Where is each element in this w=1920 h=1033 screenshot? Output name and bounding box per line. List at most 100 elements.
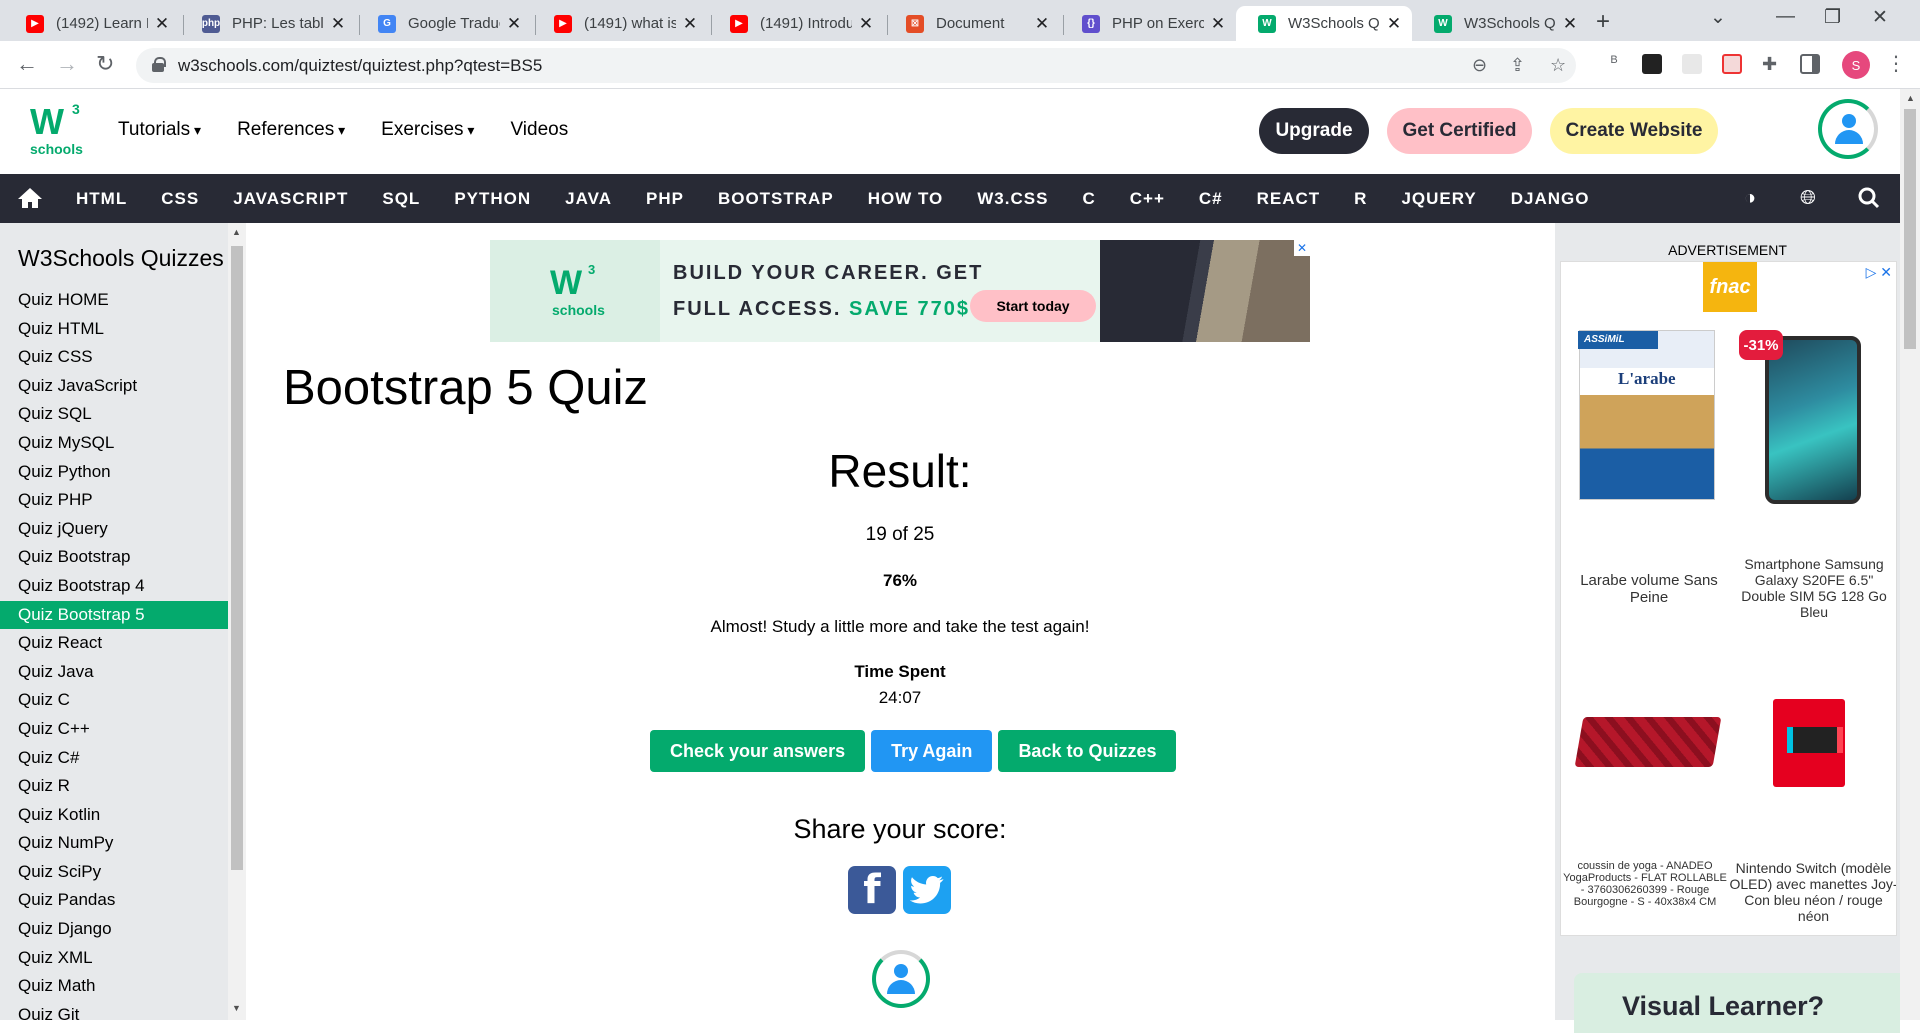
- back-to-quizzes-button[interactable]: Back to Quizzes: [998, 730, 1177, 772]
- nav-sql[interactable]: SQL: [365, 174, 437, 223]
- globe-icon[interactable]: 🌐︎: [1800, 187, 1816, 210]
- close-icon[interactable]: ✕: [682, 14, 698, 34]
- browser-tab[interactable]: php PHP: Les table ✕: [180, 6, 356, 41]
- ad-close-icon[interactable]: ✕: [1294, 240, 1310, 256]
- sidebar-item[interactable]: Quiz XML: [0, 944, 228, 973]
- top-banner-ad[interactable]: W 3 schools BUILD YOUR CAREER. GET FULL …: [490, 240, 1310, 342]
- sidebar-item[interactable]: Quiz Django: [0, 915, 228, 944]
- menu-kebab-icon[interactable]: ⋮: [1886, 51, 1906, 76]
- sidebar-item[interactable]: Quiz PHP: [0, 486, 228, 515]
- sidebar-item[interactable]: Quiz C#: [0, 744, 228, 773]
- menu-tutorials[interactable]: Tutorials: [118, 119, 201, 141]
- sidebar-item[interactable]: Quiz C: [0, 686, 228, 715]
- profile-avatar[interactable]: S: [1842, 51, 1870, 79]
- nav-css[interactable]: CSS: [144, 174, 216, 223]
- upgrade-button[interactable]: Upgrade: [1259, 108, 1369, 154]
- browser-tab[interactable]: ▶ (1491) Introdu ✕: [708, 6, 884, 41]
- close-window-icon[interactable]: ✕: [1872, 6, 1888, 29]
- sidebar-item[interactable]: Quiz jQuery: [0, 515, 228, 544]
- sidebar-item[interactable]: Quiz Kotlin: [0, 801, 228, 830]
- nav-javascript[interactable]: JAVASCRIPT: [216, 174, 365, 223]
- product-caption[interactable]: Nintendo Switch (modèle OLED) avec manet…: [1729, 860, 1896, 924]
- nav-cpp[interactable]: C++: [1113, 174, 1182, 223]
- twitter-icon[interactable]: [903, 866, 951, 914]
- w3schools-logo[interactable]: W 3 schools: [30, 101, 84, 161]
- home-icon[interactable]: [17, 187, 47, 211]
- minimize-icon[interactable]: —: [1776, 6, 1795, 28]
- sidebar-item[interactable]: Quiz Bootstrap 4: [0, 572, 228, 601]
- browser-tab[interactable]: ⊠ Document ✕: [884, 6, 1060, 41]
- product-caption[interactable]: Larabe volume Sans Peine: [1569, 572, 1729, 606]
- browser-tab[interactable]: G Google Traduc ✕: [356, 6, 532, 41]
- search-icon[interactable]: [1858, 187, 1880, 215]
- sidebar-item[interactable]: Quiz HOME: [0, 286, 228, 315]
- nav-howto[interactable]: HOW TO: [851, 174, 961, 223]
- browser-tab[interactable]: ▶ (1492) Learn P ✕: [4, 6, 180, 41]
- sidebar-item[interactable]: Quiz C++: [0, 715, 228, 744]
- forward-arrow-icon[interactable]: →: [56, 51, 78, 77]
- nav-php[interactable]: PHP: [629, 174, 701, 223]
- extension-icon[interactable]: [1682, 54, 1702, 74]
- browser-tab-active[interactable]: W W3Schools Qu ✕: [1236, 6, 1412, 41]
- nav-csharp[interactable]: C#: [1182, 174, 1240, 223]
- banner-start-button[interactable]: Start today: [970, 290, 1096, 322]
- nav-java[interactable]: JAVA: [548, 174, 629, 223]
- user-avatar-icon[interactable]: [1818, 99, 1878, 159]
- check-answers-button[interactable]: Check your answers: [650, 730, 866, 772]
- close-icon[interactable]: ✕: [154, 14, 170, 34]
- bookmark-star-icon[interactable]: ☆: [1550, 55, 1566, 76]
- close-icon[interactable]: ✕: [1562, 14, 1578, 34]
- product-caption[interactable]: coussin de yoga - ANADEO YogaProducts - …: [1561, 860, 1729, 908]
- product-caption[interactable]: Smartphone Samsung Galaxy S20FE 6.5" Dou…: [1733, 556, 1895, 620]
- sidebar-item[interactable]: Quiz Bootstrap 5: [0, 600, 228, 630]
- close-icon[interactable]: ✕: [330, 14, 346, 34]
- close-icon[interactable]: ✕: [1210, 14, 1226, 34]
- extension-icon[interactable]: [1722, 54, 1742, 74]
- sidebar-item[interactable]: Quiz NumPy: [0, 829, 228, 858]
- browser-tab[interactable]: {} PHP on Exercis ✕: [1060, 6, 1236, 41]
- sidebar-item[interactable]: Quiz MySQL: [0, 429, 228, 458]
- tab-search-chevron-icon[interactable]: ⌄: [1710, 6, 1726, 29]
- nav-html[interactable]: HTML: [59, 174, 144, 223]
- zoom-icon[interactable]: ⊖: [1472, 55, 1487, 76]
- close-icon[interactable]: ✕: [1034, 14, 1050, 34]
- sidebar-item[interactable]: Quiz R: [0, 772, 228, 801]
- sidebar-item[interactable]: Quiz SQL: [0, 400, 228, 429]
- sidebar-item[interactable]: Quiz React: [0, 629, 228, 658]
- cushion-image[interactable]: [1574, 717, 1722, 767]
- nav-r[interactable]: R: [1337, 174, 1384, 223]
- phone-image[interactable]: [1765, 336, 1861, 504]
- sidebar-item[interactable]: Quiz Bootstrap: [0, 543, 228, 572]
- nav-jquery[interactable]: JQUERY: [1384, 174, 1493, 223]
- product-ad[interactable]: ▷ ✕ fnac ASSiMiL L'arabe -31% Larabe vol…: [1560, 261, 1897, 936]
- restore-icon[interactable]: ❐: [1824, 6, 1841, 29]
- close-icon[interactable]: ✕: [506, 14, 522, 34]
- sidebar-item[interactable]: Quiz JavaScript: [0, 372, 228, 401]
- nav-w3css[interactable]: W3.CSS: [960, 174, 1065, 223]
- menu-references[interactable]: References: [237, 119, 345, 141]
- sidebar-item[interactable]: Quiz CSS: [0, 343, 228, 372]
- sidebar-item[interactable]: Quiz Python: [0, 458, 228, 487]
- menu-exercises[interactable]: Exercises: [381, 119, 474, 141]
- url-field[interactable]: w3schools.com/quiztest/quiztest.php?qtes…: [136, 48, 1576, 83]
- nav-react[interactable]: REACT: [1240, 174, 1338, 223]
- browser-tab[interactable]: W W3Schools Qu ✕: [1412, 6, 1588, 41]
- sidebar-item[interactable]: Quiz Git: [0, 1001, 228, 1020]
- back-arrow-icon[interactable]: ←: [16, 51, 38, 77]
- reload-icon[interactable]: ↻: [96, 51, 114, 77]
- nav-c[interactable]: C: [1065, 174, 1112, 223]
- nav-django[interactable]: DJANGO: [1494, 174, 1607, 223]
- close-icon[interactable]: ✕: [1386, 14, 1402, 34]
- switch-image[interactable]: [1773, 699, 1845, 787]
- side-panel-icon[interactable]: [1800, 54, 1820, 74]
- get-certified-button[interactable]: Get Certified: [1387, 108, 1532, 154]
- sidebar-item[interactable]: Quiz Java: [0, 658, 228, 687]
- book-image[interactable]: ASSiMiL L'arabe: [1578, 330, 1715, 500]
- contrast-icon[interactable]: ◑: [1744, 187, 1756, 210]
- extension-b-icon[interactable]: B: [1604, 54, 1624, 74]
- adchoices-icon[interactable]: ▷ ✕: [1866, 264, 1892, 281]
- extensions-puzzle-icon[interactable]: ✚: [1762, 54, 1782, 74]
- share-icon[interactable]: ⇪: [1510, 55, 1525, 76]
- sidebar-item[interactable]: Quiz HTML: [0, 315, 228, 344]
- facebook-icon[interactable]: f: [848, 866, 896, 914]
